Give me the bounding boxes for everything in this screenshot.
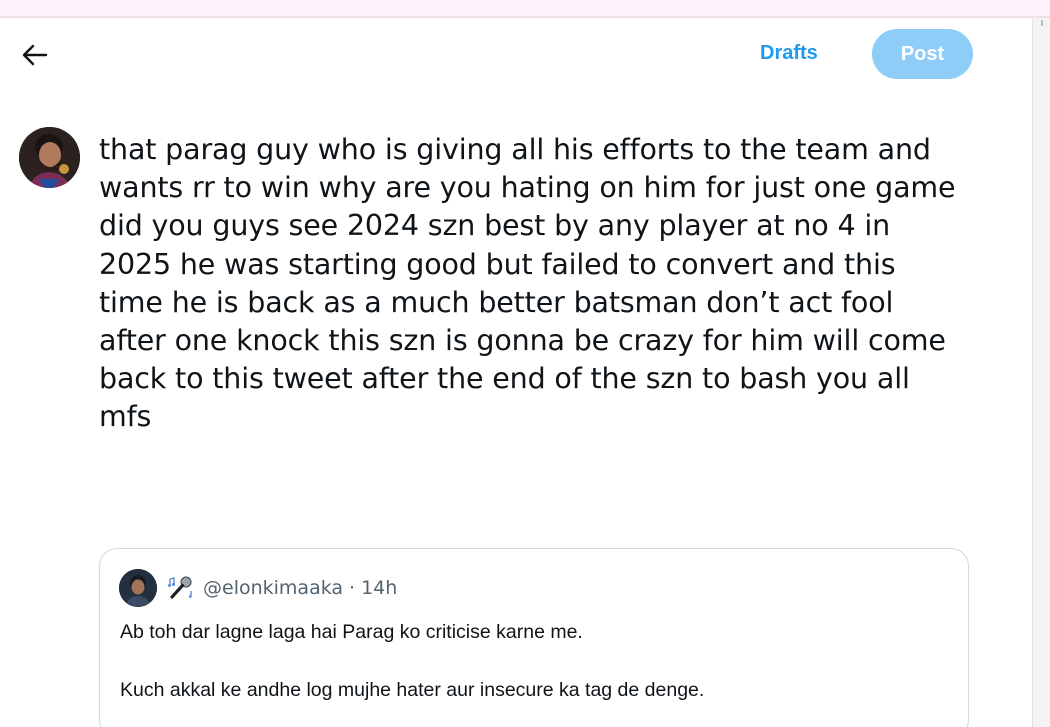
scrollbar[interactable] (1032, 18, 1050, 727)
composer-line: mfs (99, 400, 152, 434)
drafts-button[interactable]: Drafts (760, 39, 818, 67)
composer-line: back to this tweet after the end of the … (99, 362, 910, 396)
post-button[interactable]: Post (872, 29, 973, 79)
quoted-post-handle[interactable]: @elonkimaaka (203, 577, 343, 599)
quoted-post-paragraph: Ab toh dar lagne laga hai Parag ko criti… (120, 621, 583, 643)
composer-line: that parag guy who is giving all his eff… (99, 133, 931, 166)
composer-line: wants rr to win why are you hating on hi… (99, 171, 956, 205)
quoted-post-avatar[interactable] (119, 569, 157, 607)
back-button[interactable] (18, 40, 52, 74)
browser-top-strip (0, 0, 1050, 18)
quoted-post-header: @elonkimaaka · 14h (119, 568, 397, 608)
composer-line: time he is back as a much better batsman… (99, 285, 894, 319)
quoted-post-paragraph: Kuch akkal ke andhe log mujhe hater aur … (120, 679, 705, 701)
composer-line: did you guys see 2024 szn best by any pl… (99, 209, 891, 243)
composer-line: 2025 he was starting good but failed to … (99, 247, 896, 281)
composer-text[interactable]: that parag guy who is giving all his eff… (99, 131, 979, 437)
avatar[interactable] (19, 127, 80, 188)
quoted-post-separator: · (349, 577, 356, 599)
quoted-post-body: Ab toh dar lagne laga hai Parag ko criti… (120, 618, 940, 704)
microphone-music-icon (167, 573, 197, 603)
quoted-post-card[interactable]: @elonkimaaka · 14h Ab toh dar lagne laga… (99, 548, 969, 727)
composer-line: after one knock this szn is gonna be cra… (99, 324, 946, 358)
arrow-left-icon (22, 44, 48, 70)
scrollbar-marker (1041, 20, 1043, 26)
quoted-post-time[interactable]: 14h (361, 577, 397, 599)
composer-header: Drafts Post (0, 18, 1032, 90)
